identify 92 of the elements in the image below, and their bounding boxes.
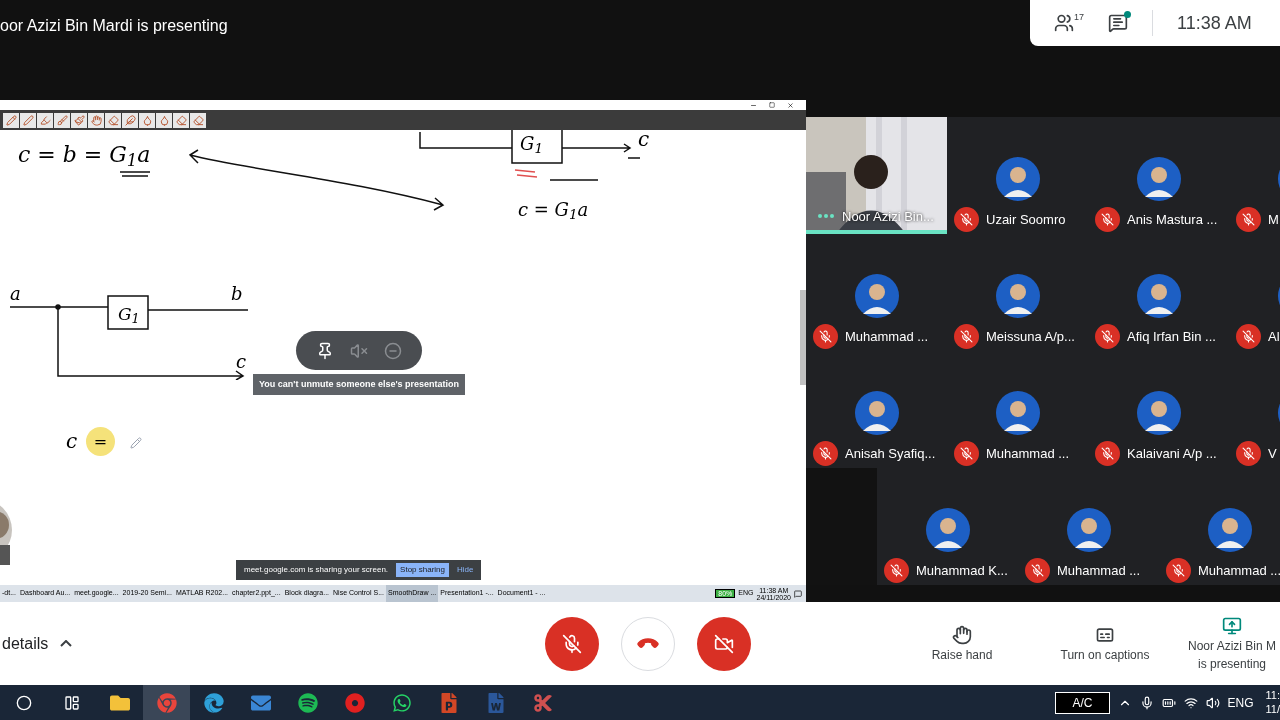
avatar: [995, 274, 1040, 318]
participant-name: Afiq Irfan Bin ...: [1127, 327, 1216, 346]
drawing-tool-icon[interactable]: [54, 112, 70, 128]
participant-name: M: [1268, 210, 1279, 229]
hide-button[interactable]: Hide: [457, 564, 474, 576]
handwritten-label: G$_{1}$: [118, 303, 140, 328]
participant-name: Al: [1268, 327, 1280, 346]
avatar: [1136, 391, 1181, 435]
hand-icon: [952, 624, 972, 645]
close-icon[interactable]: [787, 101, 794, 109]
notification-icon[interactable]: [794, 589, 802, 598]
drawing-tool-icon[interactable]: [3, 112, 19, 128]
volume-icon[interactable]: [1205, 695, 1220, 710]
drawing-tool-icon[interactable]: [105, 112, 121, 128]
participant-name: Uzair Soomro: [986, 210, 1066, 229]
caret-up-icon: [60, 640, 73, 647]
presenter-title: oor Azizi Bin Mardi is presenting: [0, 16, 228, 36]
power-indicator: A/C: [1055, 691, 1110, 714]
people-button[interactable]: 17: [1054, 13, 1084, 33]
avatar: [854, 391, 899, 435]
drawing-tool-icon[interactable]: [190, 112, 206, 128]
avatar: [995, 391, 1040, 435]
participant-name: Kalaivani A/p ...: [1127, 444, 1217, 463]
search-icon: [16, 694, 32, 711]
restore-icon[interactable]: [769, 102, 775, 108]
drawing-tool-icon[interactable]: [173, 112, 189, 128]
participant-name: Anis Mastura ...: [1127, 210, 1218, 229]
clock-time: 11:38 AM: [1177, 11, 1252, 35]
avatar: [1066, 508, 1111, 552]
avatar: [925, 508, 970, 552]
remove-icon[interactable]: [384, 341, 402, 360]
chat-button[interactable]: [1108, 13, 1128, 33]
camera-off-icon: [714, 633, 734, 654]
microphone-off-icon: [562, 633, 582, 654]
camera-button[interactable]: [697, 616, 751, 671]
meeting-details-button[interactable]: details: [0, 631, 480, 656]
drawing-tool-icon[interactable]: [71, 112, 87, 128]
action-button[interactable]: Noor Azizi Bin M is presenting: [1184, 615, 1280, 672]
drawing-tool-icon[interactable]: [20, 112, 36, 128]
participant-name: V: [1268, 444, 1277, 463]
participant-name: Muhammad ...: [845, 327, 929, 346]
microphone-icon[interactable]: [1139, 695, 1154, 710]
chat-icon: [1108, 13, 1128, 33]
avatar: [1207, 508, 1252, 552]
avatar: [995, 157, 1040, 201]
present-icon: [1222, 615, 1242, 636]
hang-up-button[interactable]: [621, 616, 675, 671]
record-icon: [344, 692, 365, 713]
browser-icon: [203, 692, 224, 713]
participant-name: Muhammad K...: [916, 561, 1008, 580]
microphone-button[interactable]: [545, 616, 599, 671]
action-button[interactable]: Turn on captions: [1041, 624, 1169, 663]
music-icon: [297, 692, 318, 713]
pin-icon[interactable]: [316, 341, 334, 360]
action-button[interactable]: Raise hand: [898, 624, 1026, 663]
clock-time: 11:: [1265, 688, 1280, 703]
drawing-tool-icon[interactable]: [156, 112, 172, 128]
wifi-icon[interactable]: [1183, 695, 1198, 710]
browser-icon: [156, 692, 177, 713]
drawing-tool-icon[interactable]: [88, 112, 104, 128]
participant-name: Anisah Syafiq...: [845, 444, 936, 463]
drawing-tool-icon[interactable]: [122, 112, 138, 128]
drawing-tool-icon[interactable]: [139, 112, 155, 128]
handwritten-label: c: [638, 130, 650, 153]
avatar: [854, 274, 899, 318]
handwritten-label: c: [236, 350, 247, 374]
task-view-icon: [64, 694, 80, 711]
drawing-tool-icon[interactable]: [37, 112, 53, 128]
avatar: [1136, 274, 1181, 318]
scissors-icon: [532, 692, 553, 713]
clock-date: 11/: [1265, 702, 1280, 717]
sharing-message: meet.google.com is sharing your screen.: [244, 564, 389, 576]
participant-name: Muhammad ...: [1057, 561, 1141, 580]
people-icon: [1054, 13, 1074, 33]
participant-name: Muhammad ...: [986, 444, 1070, 463]
handwritten-label: =: [86, 427, 115, 456]
handwritten-label: c = G$_{1}$a: [518, 198, 589, 223]
handwritten-label: c = b = G$_{1}$a: [18, 141, 151, 171]
participant-name: Muhammad ...: [1198, 561, 1280, 580]
scrollbar[interactable]: [800, 290, 806, 385]
handwritten-label: a: [10, 282, 21, 306]
avatar: [1136, 157, 1181, 201]
handwritten-label: b: [231, 282, 243, 306]
stop-sharing-button[interactable]: Stop sharing: [396, 563, 449, 577]
handwritten-label: G$_{1}$: [520, 132, 543, 157]
handwritten-label: c: [66, 428, 78, 455]
participant-name: Meissuna A/p...: [986, 327, 1075, 346]
tooltip: You can't unmute someone else's presentation: [253, 374, 465, 395]
pen-cursor-icon: [130, 437, 142, 449]
chat-icon: [391, 692, 412, 713]
mute-icon[interactable]: [350, 341, 368, 360]
language-indicator: ENG: [1227, 694, 1254, 712]
